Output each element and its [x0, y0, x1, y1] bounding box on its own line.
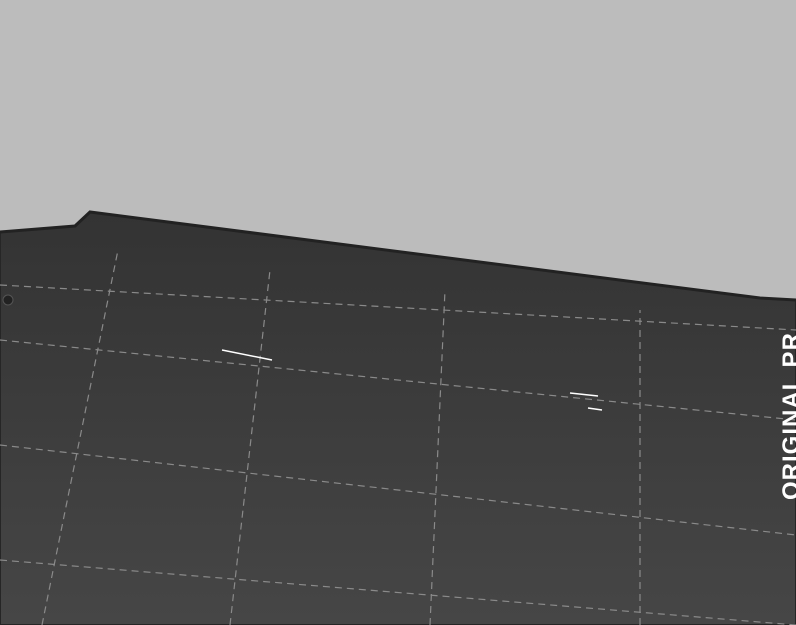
- 3d-viewport[interactable]: ORIGINAL PR: [0, 0, 796, 625]
- print-bed: [0, 210, 796, 625]
- bed-screw: [2, 294, 14, 306]
- bed-label: ORIGINAL PR: [778, 332, 796, 500]
